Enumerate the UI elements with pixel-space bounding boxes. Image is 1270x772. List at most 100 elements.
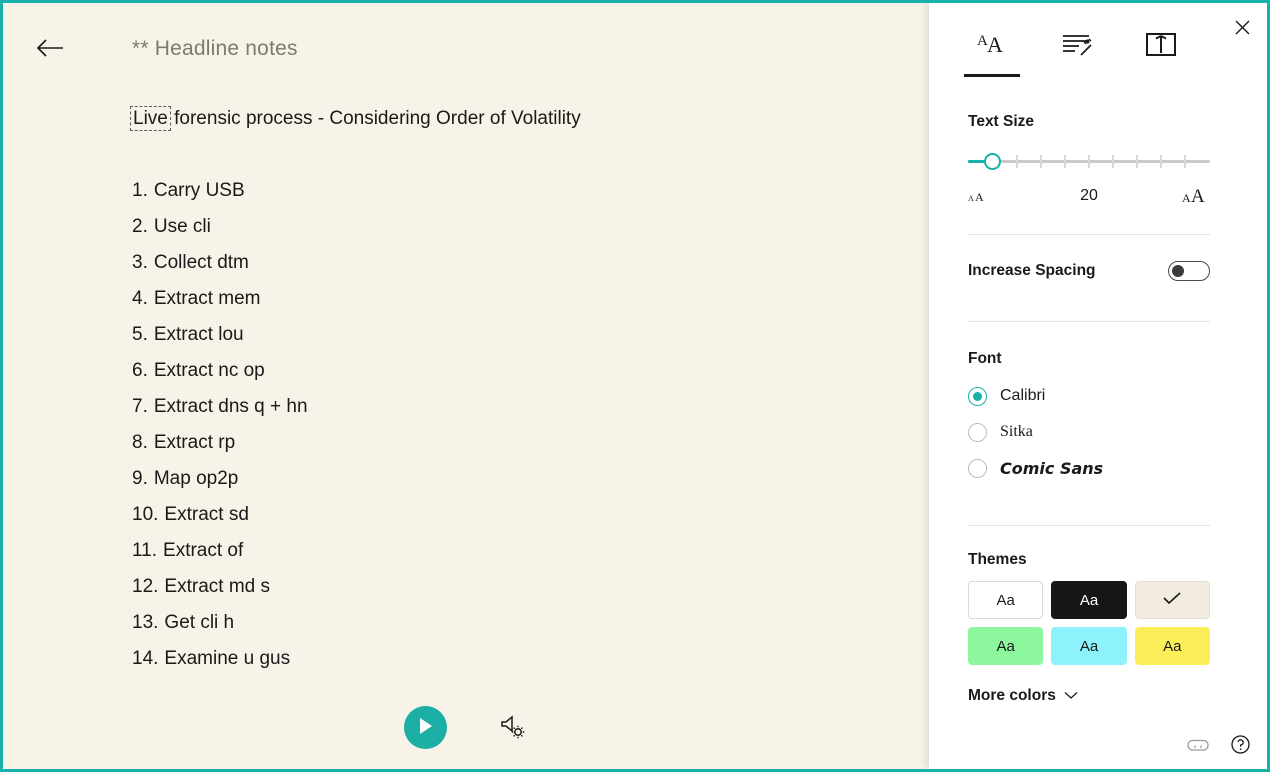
text-size-section: Text Size A A 20 A A <box>968 113 1210 209</box>
tab-grammar-options[interactable] <box>1035 21 1119 77</box>
slider-tick <box>1184 155 1186 168</box>
radio-button[interactable] <box>968 458 987 478</box>
theme-swatch-green[interactable]: Aa <box>968 627 1044 665</box>
list-item-number: 13. <box>132 612 159 633</box>
list-item: 4. Extract mem <box>132 281 872 317</box>
slider-thumb[interactable] <box>984 153 1001 170</box>
reading-pane: ** Headline notes Live forensic process … <box>3 3 929 769</box>
list-item-text: Extract of <box>163 540 244 561</box>
back-arrow-icon <box>35 37 65 62</box>
list-item-number: 10. <box>132 504 159 525</box>
increase-spacing-toggle[interactable] <box>1168 261 1210 281</box>
divider <box>968 525 1210 526</box>
font-section: Font Calibri Sitka Comic Sans <box>968 350 1210 486</box>
themes-section: Themes Aa Aa Aa Aa Aa More colors <box>968 551 1210 705</box>
theme-swatch-black[interactable]: Aa <box>1051 581 1127 619</box>
chevron-down-icon <box>1064 687 1078 705</box>
list-item-text: Extract sd <box>164 504 249 525</box>
list-item-text: Extract lou <box>153 324 244 345</box>
large-aa-icon: A A <box>1182 183 1210 210</box>
feedback-icon <box>1187 738 1209 755</box>
theme-swatch-label: Aa <box>1163 637 1182 655</box>
list-item-text: Extract dns q + hn <box>153 396 308 417</box>
slider-tick <box>1160 155 1162 168</box>
list-item-number: 14. <box>132 648 159 669</box>
increase-spacing-row: Increase Spacing <box>968 261 1210 281</box>
feedback-button[interactable] <box>1185 733 1211 759</box>
list-item-text: Carry USB <box>153 180 245 201</box>
slider-labels: A A 20 A A <box>968 186 1210 209</box>
divider <box>968 234 1210 235</box>
text-size-aa-icon: A A <box>975 29 1011 62</box>
tab-reading-preferences[interactable] <box>1119 21 1203 77</box>
font-option-calibri[interactable]: Calibri <box>968 378 1210 414</box>
open-book-icon <box>1144 29 1178 62</box>
more-colors-button[interactable]: More colors <box>968 687 1210 705</box>
list-item-text: Extract nc op <box>153 360 265 381</box>
text-size-slider[interactable] <box>968 149 1210 175</box>
themes-title: Themes <box>968 551 1027 568</box>
list-item: 5. Extract lou <box>132 317 872 353</box>
list-item-text: Use cli <box>153 216 211 237</box>
radio-button[interactable] <box>968 386 987 406</box>
list-item-text: Examine u gus <box>164 648 291 669</box>
list-item-text: Map op2p <box>153 468 239 489</box>
font-option-label: Sitka <box>1000 423 1033 440</box>
list-item: 10. Extract sd <box>132 497 872 533</box>
help-icon <box>1230 734 1251 758</box>
tab-text-preferences[interactable]: A A <box>951 21 1035 77</box>
toggle-knob <box>1172 265 1184 277</box>
text-preferences-panel: A A Text Size A A 20 A A Increase Spacin… <box>929 3 1267 769</box>
slider-tick <box>1040 155 1042 168</box>
more-colors-label: More colors <box>968 687 1056 704</box>
back-button[interactable] <box>28 27 72 71</box>
slider-tick <box>1064 155 1066 168</box>
list-item-text: Collect dtm <box>153 252 249 273</box>
list-item: 14. Examine u gus <box>132 641 872 677</box>
slider-tick <box>1016 155 1018 168</box>
voice-settings-button[interactable] <box>495 711 529 745</box>
panel-tab-bar: A A <box>929 21 1267 77</box>
theme-swatch-yellow[interactable]: Aa <box>1134 627 1210 665</box>
panel-footer <box>1185 733 1253 759</box>
list-item-number: 8. <box>132 432 148 453</box>
font-option-comic-sans[interactable]: Comic Sans <box>968 450 1210 486</box>
list-item-text: Extract md s <box>164 576 270 597</box>
list-item: 3. Collect dtm <box>132 245 872 281</box>
theme-swatch-sepia-selected[interactable] <box>1134 581 1210 619</box>
theme-swatch-white[interactable]: Aa <box>968 581 1044 619</box>
list-item-text: Extract mem <box>153 288 261 309</box>
font-option-label: Comic Sans <box>1000 458 1104 478</box>
list-item: 7. Extract dns q + hn <box>132 389 872 425</box>
list-item-number: 12. <box>132 576 159 597</box>
text-size-value: 20 <box>1080 187 1098 204</box>
help-button[interactable] <box>1227 733 1253 759</box>
check-icon <box>1162 591 1182 609</box>
theme-swatch-label: Aa <box>1079 637 1099 655</box>
font-option-sitka[interactable]: Sitka <box>968 414 1210 450</box>
theme-swatch-cyan[interactable]: Aa <box>1051 627 1127 665</box>
radio-dot <box>973 391 982 401</box>
slider-tick <box>1112 155 1114 168</box>
svg-text:A: A <box>1191 186 1205 205</box>
lead-paragraph-rest: forensic process - Considering Order of … <box>168 108 581 129</box>
list-item-number: 2. <box>132 216 148 237</box>
increase-spacing-section: Increase Spacing <box>968 261 1210 281</box>
text-size-title: Text Size <box>968 113 1035 130</box>
play-button[interactable] <box>403 706 447 749</box>
theme-swatch-label: Aa <box>996 591 1015 609</box>
list-item-number: 7. <box>132 396 148 417</box>
immersive-reader-window: ** Headline notes Live forensic process … <box>0 0 1270 772</box>
svg-text:A: A <box>987 32 1003 57</box>
notes-list: 1. Carry USB 2. Use cli 3. Collect dtm 4. Ex… <box>132 173 872 677</box>
list-item: 1. Carry USB <box>132 173 872 209</box>
list-item-number: 1. <box>132 180 148 201</box>
lines-wand-icon <box>1060 29 1094 62</box>
list-item-number: 6. <box>132 360 148 381</box>
radio-button[interactable] <box>968 422 987 442</box>
document-title: ** Headline notes <box>132 37 298 60</box>
lead-paragraph: Live forensic process - Considering Orde… <box>130 103 872 135</box>
speaker-gear-icon <box>498 712 526 743</box>
list-item: 8. Extract rp <box>132 425 872 461</box>
list-item-number: 3. <box>132 252 148 273</box>
